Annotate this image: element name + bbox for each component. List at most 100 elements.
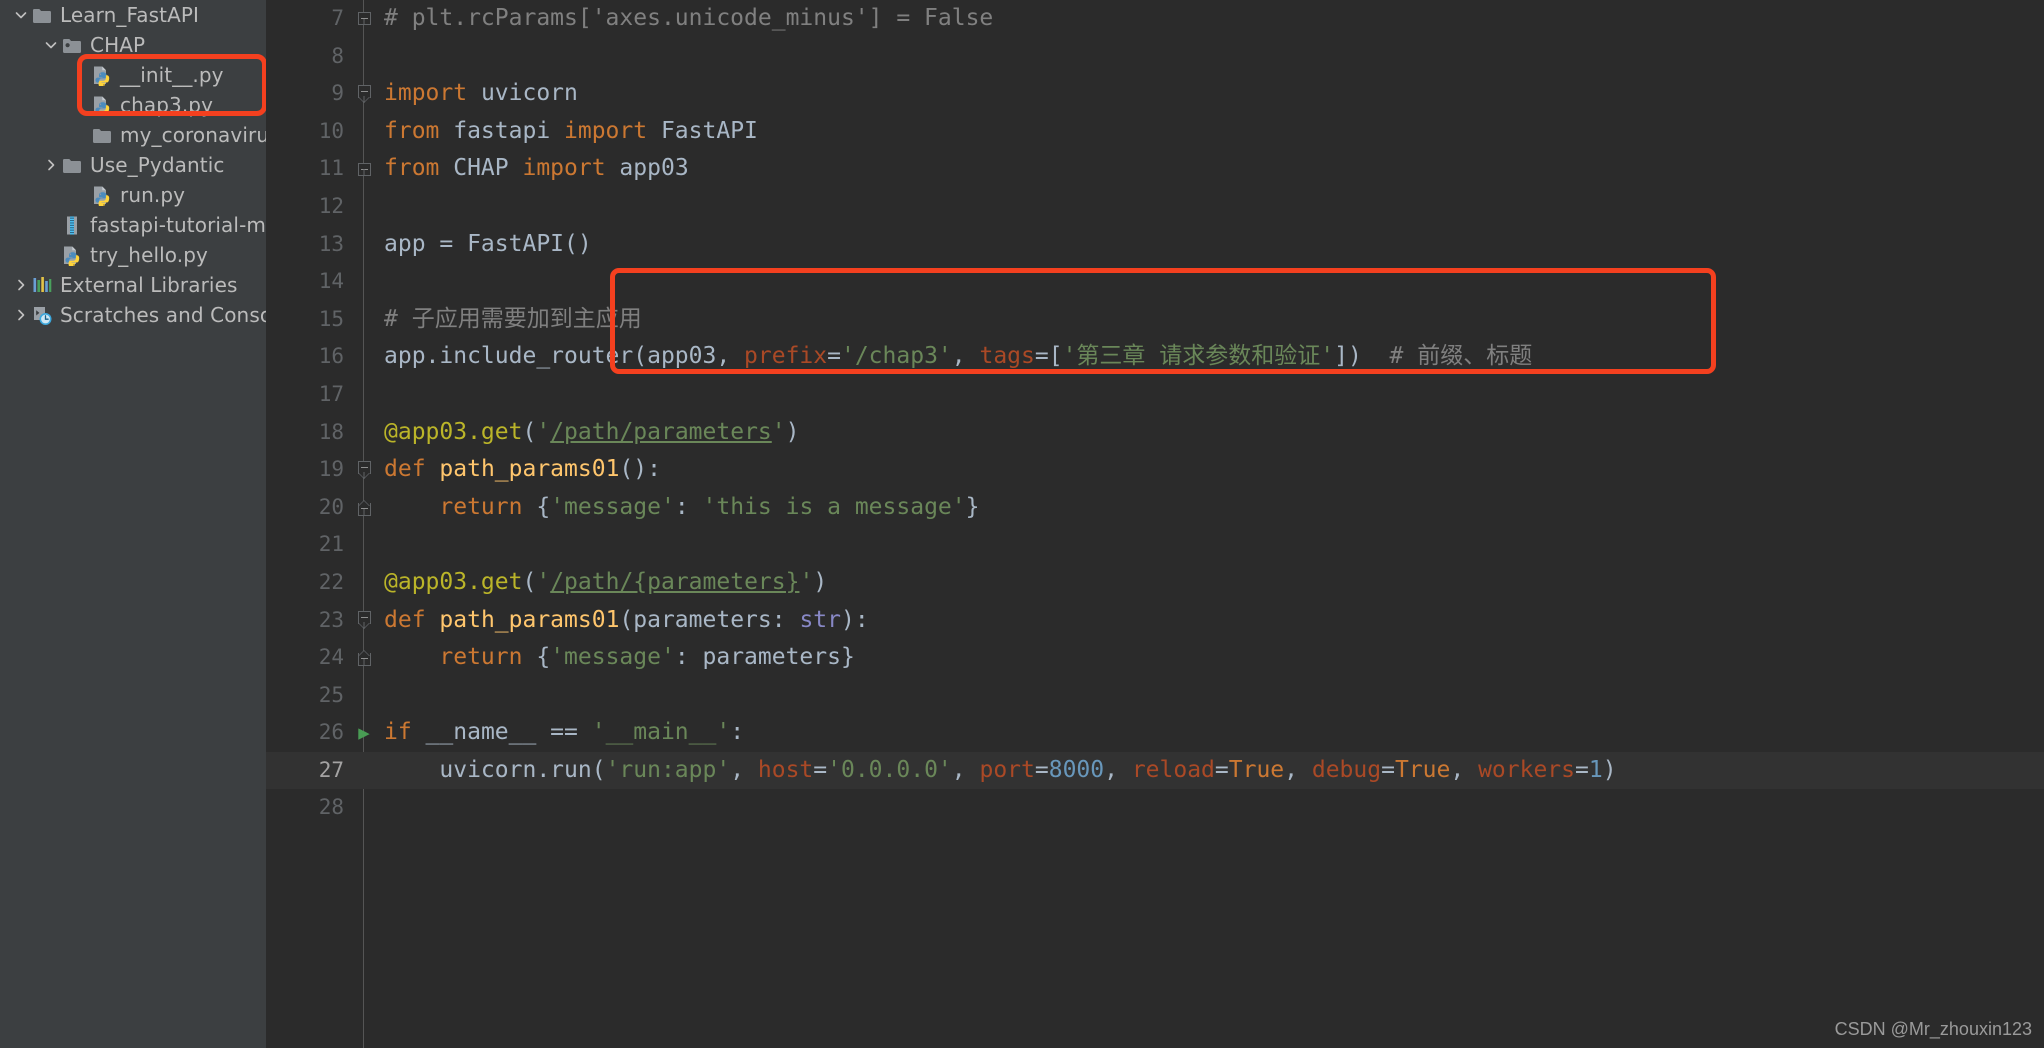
code-text: import uvicorn <box>380 75 578 113</box>
tree-item-fastapi-tutorial-maste[interactable]: fastapi-tutorial-maste <box>0 210 266 240</box>
archive-file-icon <box>60 215 84 236</box>
fold-marker-icon[interactable] <box>348 162 380 176</box>
code-line[interactable]: 23 def path_params01(parameters: str): <box>266 602 2044 640</box>
line-number: 26 <box>318 720 344 745</box>
code-token: def <box>384 456 426 483</box>
tree-item-label: run.py <box>120 183 186 207</box>
code-line[interactable]: 17 <box>266 376 2044 414</box>
tree-item-my-coronavirus[interactable]: my_coronavirus <box>0 120 266 150</box>
tree-item-chap3-py[interactable]: chap3.py <box>0 90 266 120</box>
tree-item-label: CHAP <box>90 33 146 57</box>
code-token: import <box>384 80 468 107</box>
code-line[interactable]: 15 # 子应用需要加到主应用 <box>266 301 2044 339</box>
code-line[interactable]: 24 return {'message': parameters} <box>266 639 2044 677</box>
code-token: 'this is a message' <box>702 493 966 520</box>
chevron-right-icon[interactable] <box>12 308 30 322</box>
fold-expanded-icon[interactable] <box>348 611 380 630</box>
fold-marker-icon[interactable] <box>348 12 380 26</box>
code-token: (): <box>619 456 661 483</box>
code-token: from <box>384 155 440 182</box>
code-line[interactable]: 26 ▶ if __name__ == '__main__': <box>266 714 2044 752</box>
code-text: @app03.get('/path/parameters') <box>380 414 799 452</box>
code-token: ' <box>536 568 551 595</box>
code-text: def path_params01(): <box>380 451 661 489</box>
code-token: prefix <box>744 343 828 370</box>
code-line[interactable]: 18 @app03.get('/path/parameters') <box>266 414 2044 452</box>
code-line[interactable]: 8 <box>266 38 2044 76</box>
code-token: return <box>439 493 523 520</box>
project-tree-list: Learn_FastAPI CHAP __init__.py chap3.py my_c… <box>0 0 266 330</box>
fold-expanded-icon[interactable] <box>348 84 380 103</box>
line-number: 20 <box>318 494 344 519</box>
code-token: , <box>1104 756 1132 783</box>
code-token: 8000 <box>1048 756 1105 783</box>
code-token: app = FastAPI() <box>384 230 592 257</box>
line-number: 23 <box>318 607 344 632</box>
code-line[interactable]: 21 <box>266 526 2044 564</box>
code-token: : <box>730 719 745 746</box>
code-line[interactable]: 20 return {'message': 'this is a message… <box>266 489 2044 527</box>
project-tree-sidebar[interactable]: Learn_FastAPI CHAP __init__.py chap3.py my_c… <box>0 0 266 1048</box>
chevron-down-icon[interactable] <box>42 38 60 52</box>
code-token[interactable]: /path/parameters <box>550 419 772 445</box>
code-token: from <box>384 117 440 144</box>
code-token: ]) <box>1334 343 1362 370</box>
tree-item-use-pydantic[interactable]: Use_Pydantic <box>0 150 266 180</box>
tree-item-label: my_coronavirus <box>120 123 266 147</box>
code-token: @app03.get <box>384 418 523 445</box>
line-number: 11 <box>318 156 344 181</box>
code-lines: 7 # plt.rcParams['axes.unicode_minus'] = … <box>266 0 2044 827</box>
code-token: = <box>1381 756 1395 783</box>
code-line[interactable]: 11 from CHAP import app03 <box>266 150 2044 188</box>
tree-item-try-hello-py[interactable]: try_hello.py <box>0 240 266 270</box>
tree-item-init-py[interactable]: __init__.py <box>0 60 266 90</box>
tree-item-learn-fastapi[interactable]: Learn_FastAPI <box>0 0 266 30</box>
run-gutter-icon: ▶ <box>358 721 370 744</box>
fold-expanded-icon[interactable] <box>348 460 380 479</box>
code-line[interactable]: 19 def path_params01(): <box>266 451 2044 489</box>
fold-region-end-icon[interactable] <box>348 499 380 516</box>
code-token: '第三章 请求参数和验证' <box>1062 343 1335 370</box>
code-line[interactable]: 9 import uvicorn <box>266 75 2044 113</box>
code-line[interactable]: 25 <box>266 677 2044 715</box>
code-line[interactable]: 28 <box>266 789 2044 827</box>
libraries-icon <box>30 276 54 294</box>
code-token: import <box>564 117 648 144</box>
line-number: 9 <box>331 81 344 106</box>
code-line[interactable]: 7 # plt.rcParams['axes.unicode_minus'] = … <box>266 0 2044 38</box>
code-token: = <box>1575 756 1589 783</box>
chevron-right-icon[interactable] <box>42 158 60 172</box>
code-line[interactable]: 10 from fastapi import FastAPI <box>266 113 2044 151</box>
folder-icon <box>90 127 114 144</box>
chevron-down-icon[interactable] <box>12 8 30 22</box>
code-token: app.include_router(app03, <box>384 343 745 370</box>
code-text: app = FastAPI() <box>380 226 592 264</box>
code-line[interactable]: 16 app.include_router(app03, prefix='/cha… <box>266 338 2044 376</box>
code-line[interactable]: 22 @app03.get('/path/{parameters}') <box>266 564 2044 602</box>
code-line[interactable]: 14 <box>266 263 2044 301</box>
tree-item-run-py[interactable]: run.py <box>0 180 266 210</box>
tree-item-label: Use_Pydantic <box>90 153 225 177</box>
tree-item-scratches-and-consoles[interactable]: Scratches and Consoles <box>0 300 266 330</box>
code-token[interactable]: /path/{parameters} <box>550 569 799 595</box>
code-token: 'message' <box>550 644 675 671</box>
code-token: ) <box>1602 756 1617 783</box>
code-token: , <box>1284 756 1312 783</box>
tree-item-chap[interactable]: CHAP <box>0 30 266 60</box>
code-line[interactable]: 27 uvicorn.run('run:app', host='0.0.0.0'… <box>266 751 2044 790</box>
code-line[interactable]: 13 app = FastAPI() <box>266 226 2044 264</box>
code-token: # 子应用需要加到主应用 <box>384 305 642 332</box>
code-token: = <box>1034 343 1049 370</box>
code-token: # 前缀、标题 <box>1361 343 1533 370</box>
line-number: 15 <box>318 306 344 331</box>
fold-region-end-icon[interactable] <box>348 649 380 666</box>
tree-item-external-libraries[interactable]: External Libraries <box>0 270 266 300</box>
code-line[interactable]: 12 <box>266 188 2044 226</box>
line-number: 27 <box>318 757 344 782</box>
code-editor[interactable]: 7 # plt.rcParams['axes.unicode_minus'] = … <box>266 0 2044 1048</box>
code-text: def path_params01(parameters: str): <box>380 602 869 640</box>
code-token: { <box>522 493 551 520</box>
chevron-right-icon[interactable] <box>12 278 30 292</box>
